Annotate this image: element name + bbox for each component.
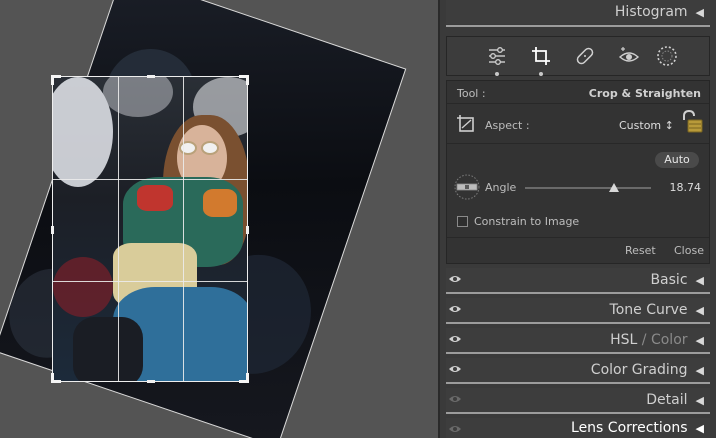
auto-straighten-button[interactable]: Auto: [655, 152, 699, 168]
crop-straighten-panel: Tool : Crop & Straighten Aspect : Custom…: [446, 80, 710, 264]
color-label[interactable]: Color: [651, 332, 688, 348]
crop-handle-bottom[interactable]: [147, 380, 155, 383]
section-title: Basic: [650, 272, 688, 288]
aspect-lock-button[interactable]: [679, 109, 705, 135]
crop-icon: [532, 47, 550, 65]
section-divider: [446, 352, 710, 354]
eye-icon[interactable]: [448, 302, 462, 316]
section-detail[interactable]: Detail ◀: [446, 388, 710, 412]
edit-sliders-icon: [489, 47, 505, 65]
eye-icon[interactable]: [448, 392, 462, 406]
tool-label: Tool :: [457, 87, 486, 100]
section-hsl-color[interactable]: HSL / Color ◀: [446, 328, 710, 352]
section-divider: [446, 292, 710, 294]
eye-icon[interactable]: [448, 422, 462, 436]
constrain-to-image-label[interactable]: Constrain to Image: [474, 215, 579, 228]
edit-tool-button[interactable]: [485, 44, 509, 76]
healing-tool-button[interactable]: [573, 44, 597, 68]
masking-tool-button[interactable]: [655, 44, 679, 68]
section-divider: [446, 25, 710, 27]
reset-button[interactable]: Reset: [625, 244, 656, 257]
expand-arrow-icon[interactable]: ◀: [696, 304, 704, 317]
crop-grid-line: [53, 179, 247, 180]
crop-handle-bottom-left[interactable]: [51, 373, 61, 383]
section-title: Detail: [646, 392, 688, 408]
healing-icon: [576, 47, 594, 65]
crop-frame-tool-button[interactable]: [455, 113, 477, 135]
crop-handle-left[interactable]: [51, 226, 54, 234]
close-button[interactable]: Close: [674, 244, 704, 257]
section-title: Tone Curve: [609, 302, 688, 318]
red-eye-tool-button[interactable]: [617, 44, 641, 68]
aspect-select[interactable]: Custom ↕: [619, 119, 674, 132]
tool-name: Crop & Straighten: [588, 87, 701, 100]
tool-strip: [446, 36, 710, 76]
crop-tool-button[interactable]: [529, 44, 553, 76]
level-icon: [454, 174, 480, 200]
expand-arrow-icon[interactable]: ◀: [696, 422, 704, 435]
section-title: HSL / Color: [610, 332, 687, 348]
constrain-to-image-checkbox[interactable]: [457, 216, 468, 227]
section-tone-curve[interactable]: Tone Curve ◀: [446, 298, 710, 322]
crop-frame-icon: [457, 115, 474, 132]
develop-panel: Histogram ◀ Tool: Crop & Straighten Asp…: [440, 0, 716, 438]
hsl-label[interactable]: HSL: [610, 332, 637, 348]
crop-handle-right[interactable]: [246, 226, 249, 234]
eye-icon[interactable]: [448, 272, 462, 286]
divider: [447, 237, 709, 238]
masking-icon: [657, 46, 677, 66]
image-canvas[interactable]: [0, 0, 438, 438]
angle-label: Angle: [485, 181, 517, 194]
divider: [447, 103, 709, 104]
expand-arrow-icon[interactable]: ◀: [696, 364, 704, 377]
section-divider: [446, 412, 710, 414]
crop-handle-bottom-right[interactable]: [239, 373, 249, 383]
photo-subject: [53, 77, 247, 381]
angle-slider-thumb[interactable]: [609, 183, 620, 192]
histogram-header[interactable]: Histogram ◀: [446, 0, 710, 24]
histogram-title: Histogram: [614, 4, 688, 20]
crop-handle-top[interactable]: [147, 75, 155, 78]
crop-frame[interactable]: [51, 75, 249, 383]
angle-slider-track[interactable]: [525, 187, 651, 189]
section-color-grading[interactable]: Color Grading ◀: [446, 358, 710, 382]
expand-arrow-icon[interactable]: ◀: [696, 334, 704, 347]
section-divider: [446, 382, 710, 384]
section-title: Lens Corrections: [571, 420, 688, 436]
expand-arrow-icon[interactable]: ◀: [696, 394, 704, 407]
crop-handle-top-left[interactable]: [51, 75, 61, 85]
separator: /: [637, 332, 651, 348]
collapse-arrow-icon[interactable]: ◀: [696, 6, 704, 19]
divider: [447, 143, 709, 144]
crop-grid-line: [53, 281, 247, 282]
crop-grid-line: [183, 77, 184, 381]
section-lens-corrections[interactable]: Lens Corrections ◀: [446, 418, 710, 438]
red-eye-icon: [618, 47, 640, 62]
section-title: Color Grading: [590, 362, 688, 378]
eye-icon[interactable]: [448, 362, 462, 376]
aspect-label: Aspect :: [485, 119, 530, 132]
straighten-level-tool[interactable]: [453, 173, 481, 201]
crop-handle-top-right[interactable]: [239, 75, 249, 85]
section-basic[interactable]: Basic ◀: [446, 268, 710, 292]
crop-grid-line: [118, 77, 119, 381]
lock-open-icon: [683, 109, 703, 133]
section-divider: [446, 322, 710, 324]
angle-value[interactable]: 18.74: [670, 181, 702, 194]
eye-icon[interactable]: [448, 332, 462, 346]
expand-arrow-icon[interactable]: ◀: [696, 274, 704, 287]
